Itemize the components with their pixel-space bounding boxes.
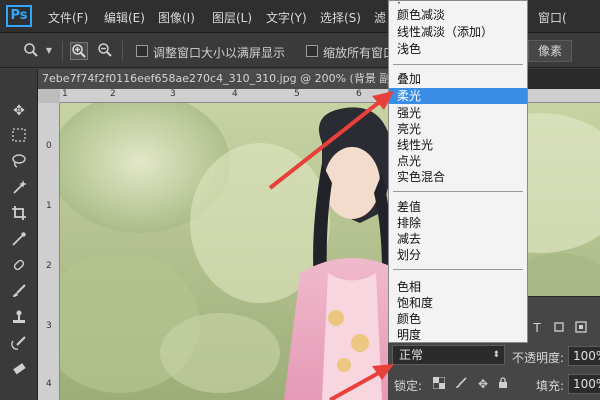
menu-layer[interactable]: 图层(L) [212, 9, 252, 26]
resize-windows-label: 调整窗口大小以满屏显示 [153, 46, 286, 60]
select-arrows-icon: ⬍ [492, 350, 500, 360]
menu-type[interactable]: 文字(Y) [266, 9, 307, 26]
dropdown-item-hue[interactable]: 色相 [397, 279, 421, 295]
eyedropper-icon[interactable] [9, 231, 29, 251]
ruler-tick-label: 0 [46, 141, 52, 151]
blend-mode-dropdown: · 颜色减淡 线性减淡（添加） 浅色 叠加 柔光 强光 亮光 线性光 点光 实色… [388, 0, 528, 343]
actual-pixels-button[interactable]: 像素 [528, 40, 572, 62]
chevron-down-icon[interactable]: ▼ [40, 42, 58, 60]
dropdown-divider [393, 191, 523, 192]
opacity-input[interactable]: 100% [568, 346, 600, 366]
crop-tool-icon[interactable] [9, 205, 29, 225]
dropdown-item-overlay[interactable]: 叠加 [397, 71, 421, 87]
photoshop-logo: Ps [6, 5, 32, 27]
ruler-tick-label: 2 [46, 261, 52, 271]
smart-object-filter-icon[interactable] [574, 321, 588, 335]
ruler-tick-label: 4 [46, 379, 52, 389]
dropdown-item-difference[interactable]: 差值 [397, 199, 421, 215]
type-filter-icon[interactable]: T [530, 321, 544, 335]
blend-mode-value: 正常 [399, 348, 424, 362]
options-divider [62, 41, 63, 61]
ruler-tick-label: 3 [170, 89, 176, 99]
zoom-out-icon[interactable] [96, 42, 114, 60]
dropdown-item-exclusion[interactable]: 排除 [397, 215, 421, 231]
options-divider [122, 41, 123, 61]
ruler-tick-label: 1 [46, 201, 52, 211]
dropdown-item-hard-light[interactable]: 强光 [397, 105, 421, 121]
dropdown-item-vivid-light[interactable]: 亮光 [397, 121, 421, 137]
dropdown-item-pin-light[interactable]: 点光 [397, 153, 421, 169]
brush-tool-icon[interactable] [9, 283, 29, 303]
healing-brush-icon[interactable] [9, 257, 29, 277]
zoom-all-windows-checkbox[interactable] [306, 45, 318, 57]
dropdown-item-lighter-color[interactable]: 浅色 [397, 41, 421, 57]
resize-windows-checkbox[interactable] [136, 45, 148, 57]
dropdown-item-saturation[interactable]: 饱和度 [397, 295, 433, 311]
lasso-tool-icon[interactable] [9, 153, 29, 173]
dropdown-item-subtract[interactable]: 减去 [397, 231, 421, 247]
dropdown-item-color[interactable]: 颜色 [397, 311, 421, 327]
vertical-ruler: 0 1 2 3 4 [38, 103, 60, 400]
menu-file[interactable]: 文件(F) [48, 9, 88, 26]
zoom-all-windows-label: 缩放所有窗口 [323, 46, 396, 60]
zoom-in-icon[interactable] [70, 42, 88, 60]
magic-wand-icon[interactable] [9, 179, 29, 199]
menu-image[interactable]: 图像(I) [158, 9, 195, 26]
lock-pixels-brush-icon[interactable] [454, 377, 468, 391]
dropdown-item-hard-mix[interactable]: 实色混合 [397, 169, 445, 185]
ruler-tick-label: 1 [62, 89, 68, 99]
menu-filter[interactable]: 滤 [374, 9, 386, 26]
lock-all-icon[interactable] [496, 377, 510, 391]
menu-select[interactable]: 选择(S) [320, 9, 361, 26]
history-brush-icon[interactable] [9, 335, 29, 355]
lock-transparent-icon[interactable] [432, 376, 446, 391]
shape-filter-icon[interactable] [552, 321, 566, 335]
clone-stamp-icon[interactable] [9, 309, 29, 329]
dropdown-divider [393, 64, 523, 65]
ruler-corner [38, 89, 60, 103]
dropdown-item-linear-light[interactable]: 线性光 [397, 137, 433, 153]
dropdown-item-color-dodge[interactable]: 颜色减淡 [397, 7, 445, 23]
eraser-tool-icon[interactable] [9, 361, 29, 381]
dropdown-item-divide[interactable]: 划分 [397, 247, 421, 263]
zoom-icon[interactable] [22, 42, 40, 60]
ruler-tick-label: 4 [232, 89, 238, 99]
lock-label: 锁定: [394, 379, 423, 393]
blend-mode-select[interactable]: 正常 ⬍ [392, 345, 505, 365]
ruler-tick-label: 5 [294, 89, 300, 99]
fill-label: 填充: [536, 379, 565, 393]
dropdown-divider [393, 269, 523, 270]
ruler-tick-label: 6 [356, 89, 362, 99]
opacity-label: 不透明度: [512, 351, 565, 365]
dropdown-item-soft-light[interactable]: 柔光 [389, 88, 527, 104]
tools-panel: ✥ [0, 69, 38, 400]
marquee-tool-icon[interactable] [9, 127, 29, 147]
menu-window[interactable]: 窗口( [538, 9, 567, 26]
photoshop-window: Ps 文件(F) 编辑(E) 图像(I) 图层(L) 文字(Y) 选择(S) 滤… [0, 0, 600, 400]
move-tool-icon[interactable]: ✥ [9, 101, 29, 121]
document-tab[interactable]: 7ebe7f74f2f0116eef658ae270c4_310_310.jpg… [38, 69, 388, 89]
menu-edit[interactable]: 编辑(E) [104, 9, 145, 26]
lock-position-icon[interactable]: ✥ [476, 377, 490, 391]
fill-input[interactable]: 100% [568, 374, 600, 394]
dropdown-item-linear-dodge[interactable]: 线性减淡（添加） [397, 24, 493, 40]
ruler-tick-label: 3 [46, 321, 52, 331]
ruler-tick-label: 2 [110, 89, 116, 99]
dropdown-item-luminosity[interactable]: 明度 [397, 327, 421, 343]
